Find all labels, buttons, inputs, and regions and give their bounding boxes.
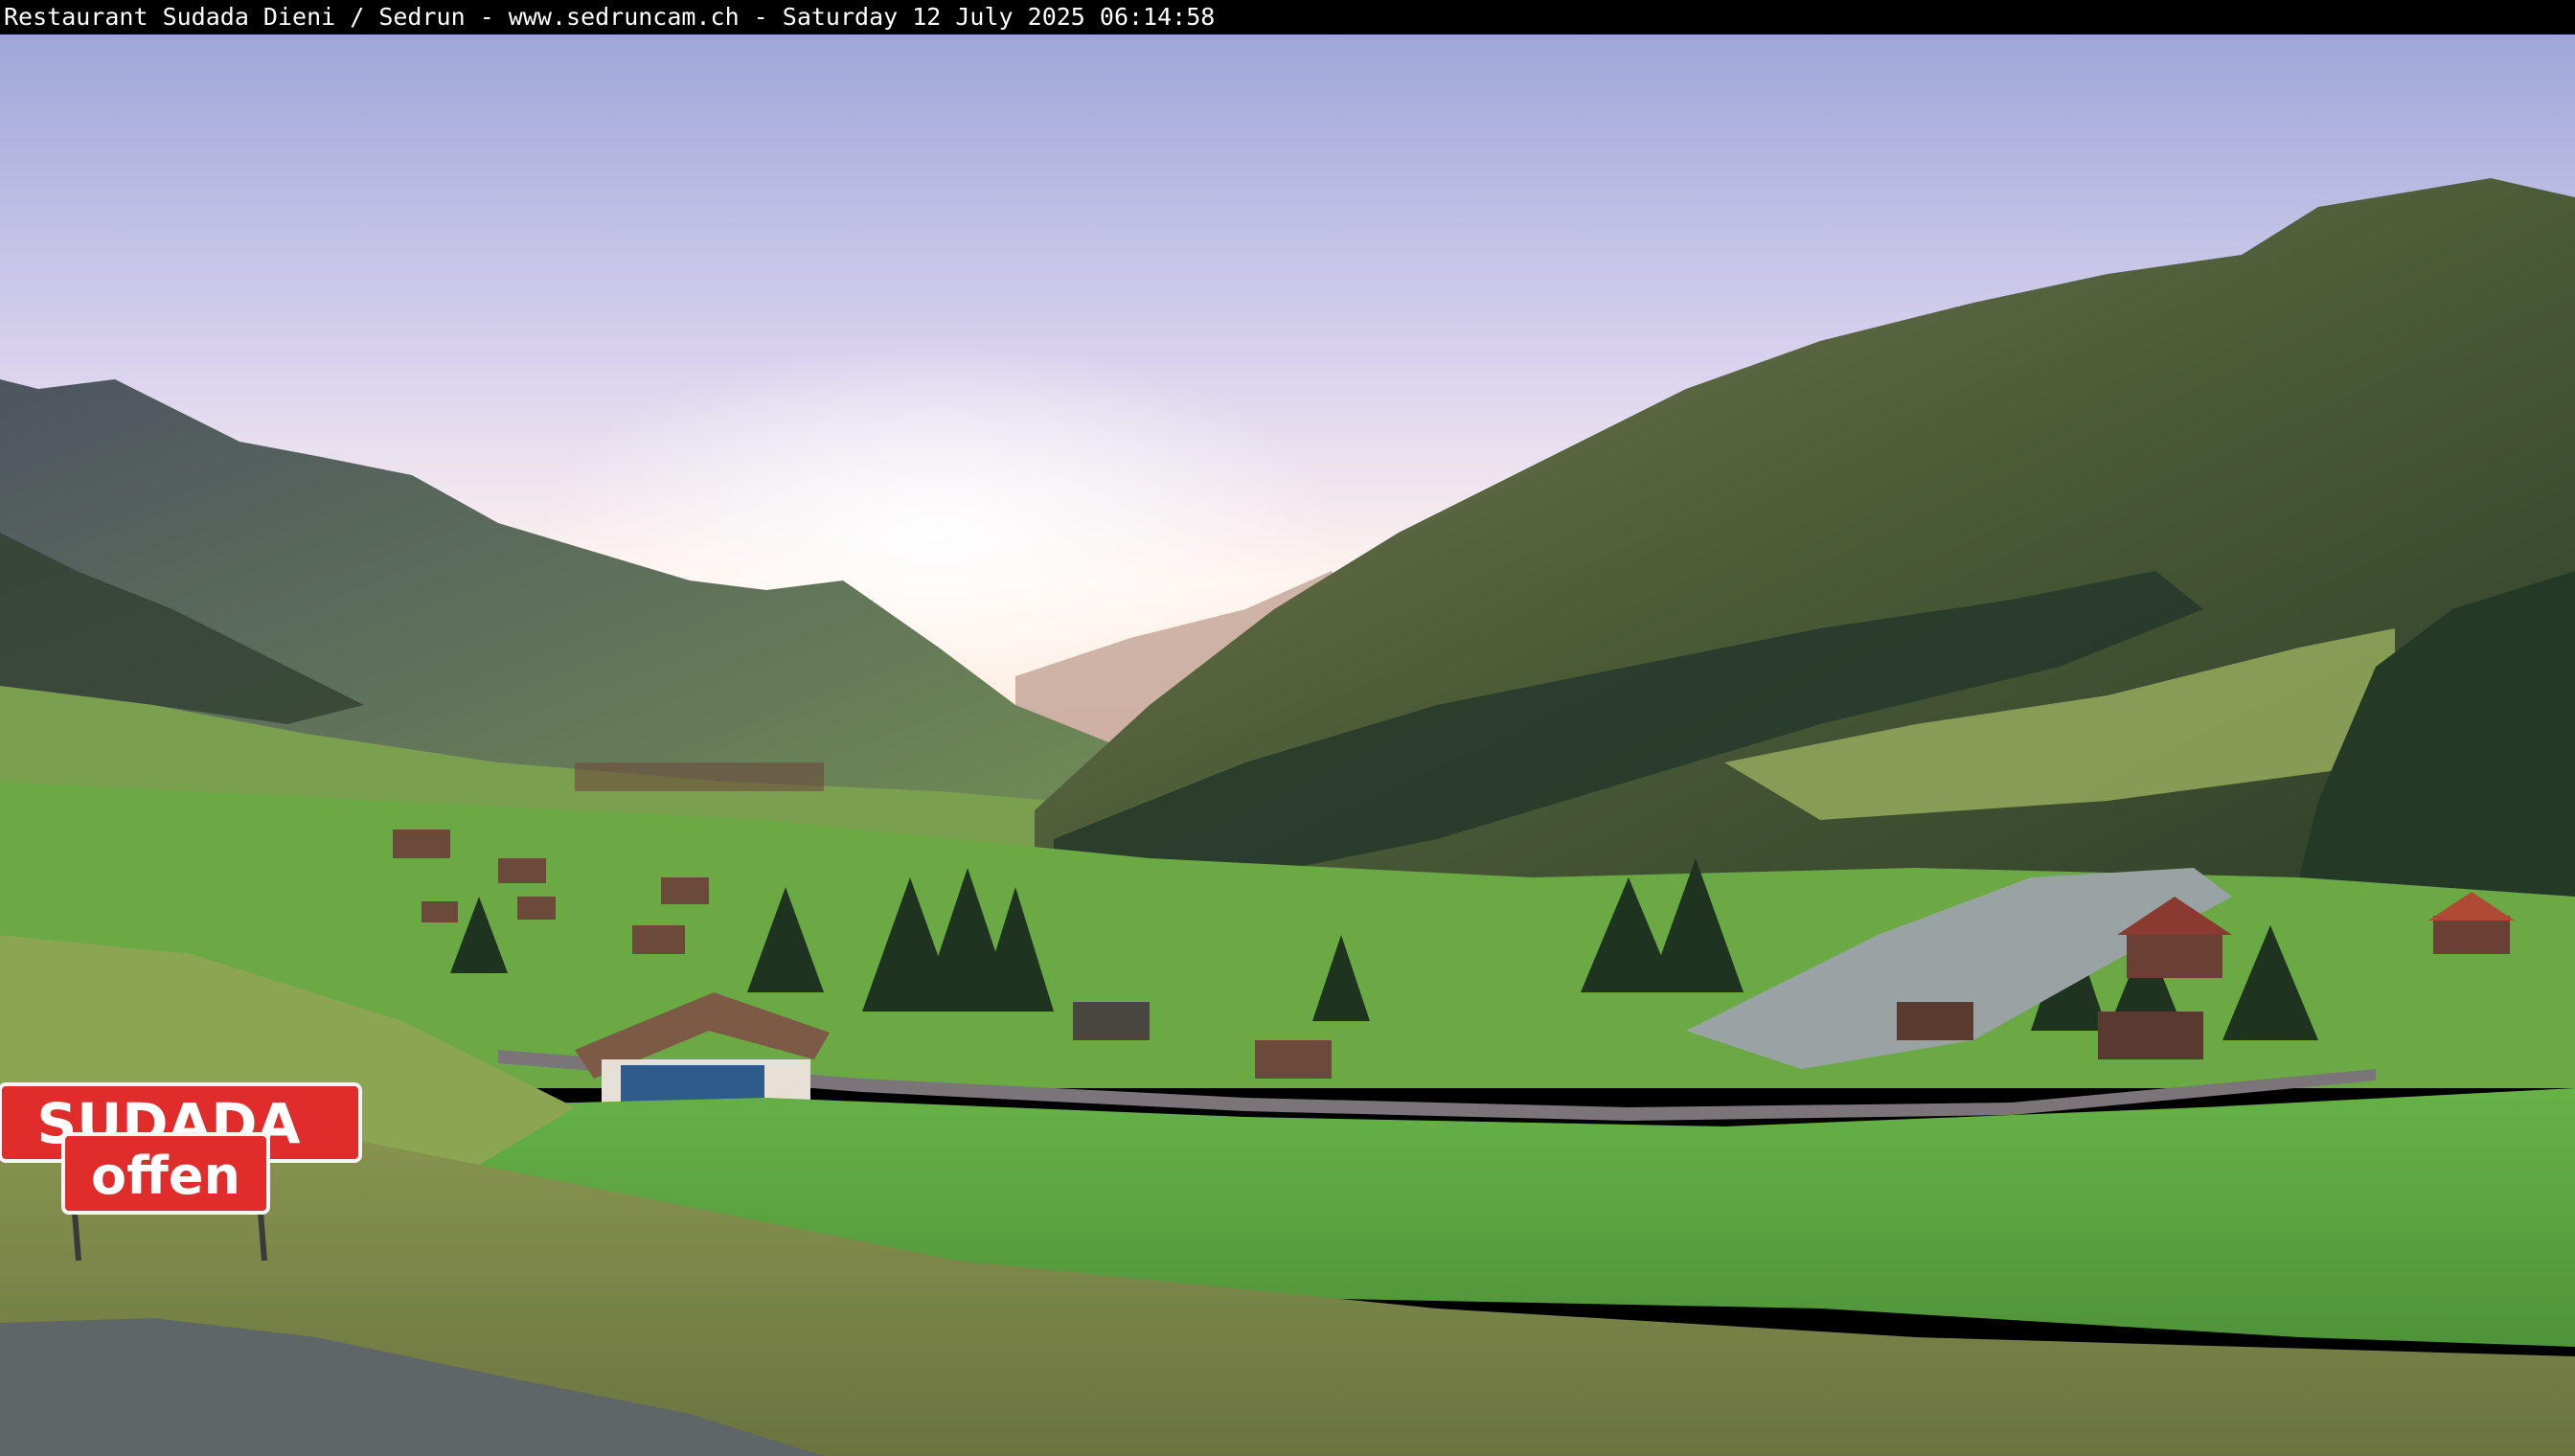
valley-scene: SUDADA offen xyxy=(0,34,2575,1456)
sign-offen-label: offen xyxy=(91,1146,240,1206)
webcam-caption-bar: Restaurant Sudada Dieni / Sedrun - www.s… xyxy=(0,0,2575,34)
webcam-frame: Restaurant Sudada Dieni / Sedrun - www.s… xyxy=(0,0,2575,1456)
webcam-caption: Restaurant Sudada Dieni / Sedrun - www.s… xyxy=(4,3,1216,31)
